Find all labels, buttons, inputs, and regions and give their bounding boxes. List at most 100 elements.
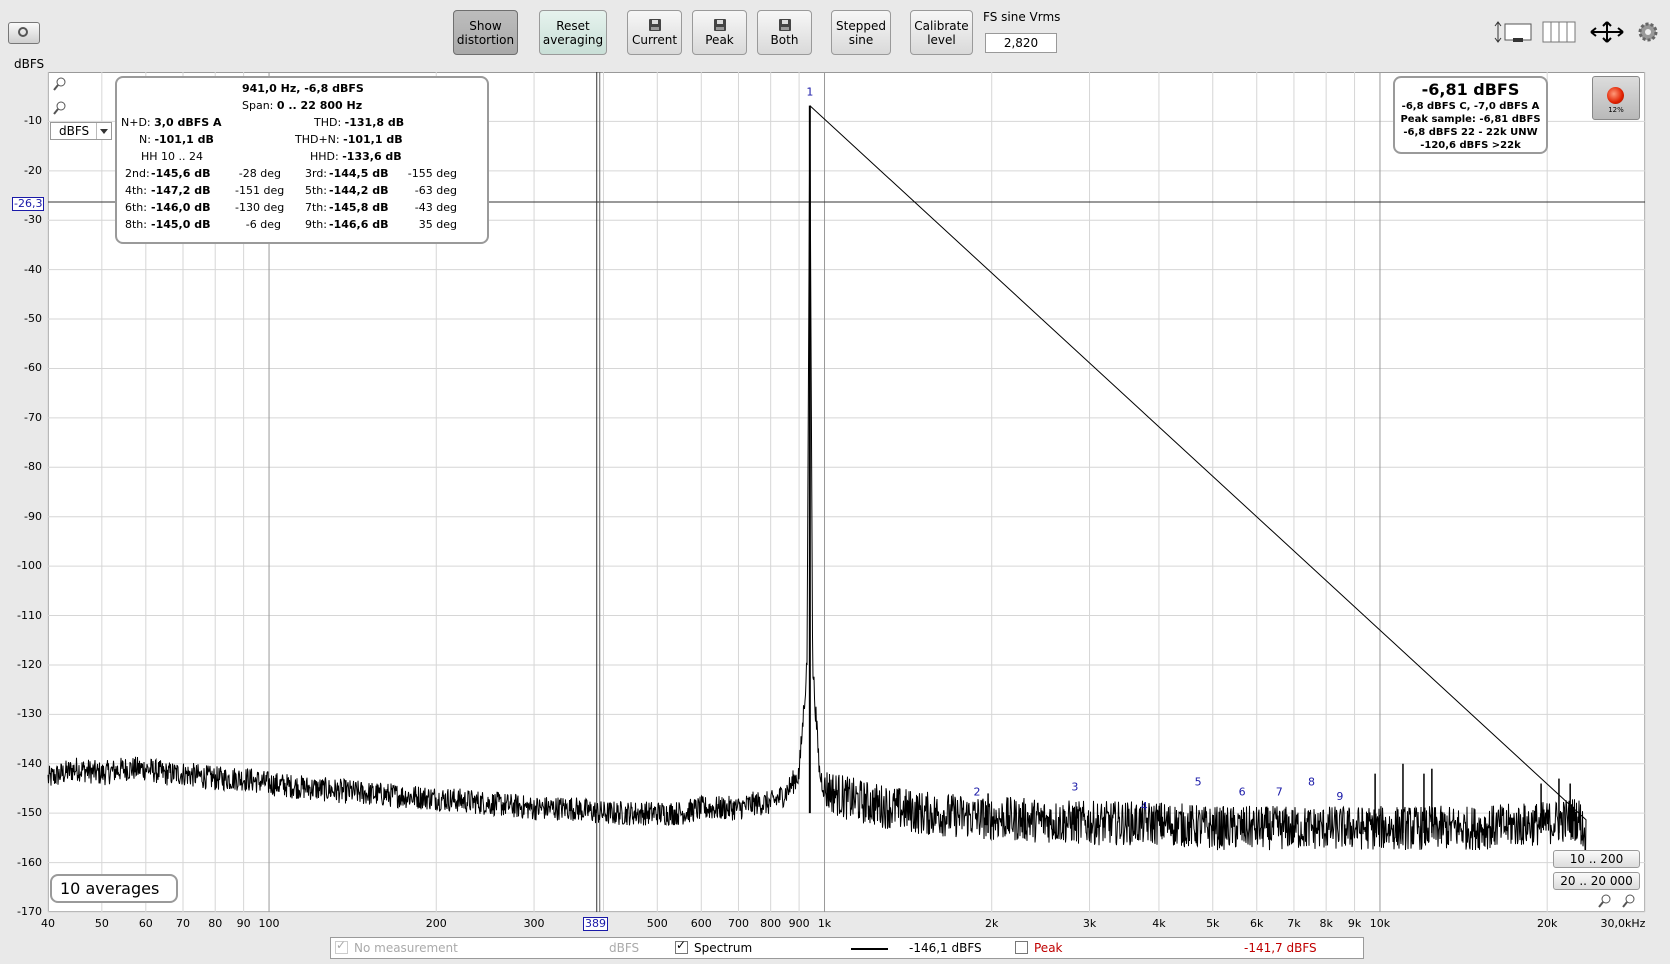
x-tick-label: 800 [760, 917, 782, 930]
harmonic-l2-3: 7th: [305, 201, 327, 214]
harmonic-v2-3: -145,8 dB [329, 201, 389, 214]
harmonic-p1-4: -6 deg [245, 218, 281, 231]
hh-label: HH 10 .. 24 [141, 150, 204, 163]
unit-select[interactable]: dBFS [50, 122, 112, 140]
y-tick-label: -40 [24, 262, 42, 276]
y-tick-label: -160 [17, 855, 42, 869]
harmonic-p2-4: 35 deg [418, 218, 457, 231]
x-tick-label: 500 [646, 917, 668, 930]
x-tick-label: 2k [985, 917, 999, 930]
harmonic-p1-2: -151 deg [235, 184, 285, 197]
harmonic-p1-3: -130 deg [235, 201, 285, 214]
x-zoom-out-icon[interactable] [1622, 893, 1636, 909]
legend-spectrum[interactable]: Spectrum [675, 938, 752, 955]
harmonic-marker: 8 [1308, 775, 1315, 788]
y-tick-label: -10 [24, 114, 42, 128]
record-percent: 12% [1608, 106, 1624, 114]
harmonic-v1-1: -145,6 dB [151, 167, 211, 180]
x-tick-label: 50 [94, 917, 109, 930]
nd-value: 3,0 dBFS A [154, 116, 222, 129]
no-measurement-label: No measurement [354, 941, 458, 955]
x-tick-label: 10k [1369, 917, 1391, 930]
record-button[interactable]: 12% [1592, 76, 1640, 120]
x-tick-label: 3k [1082, 917, 1097, 930]
harmonic-p2-1: -155 deg [407, 167, 457, 180]
y-tick-label: -80 [24, 460, 42, 474]
n-label: N: [139, 133, 151, 146]
checkbox-icon [1015, 941, 1028, 954]
y-tick-label: -20 [24, 163, 42, 177]
harmonic-marker: 7 [1276, 785, 1283, 798]
cursor-y-readout[interactable]: -26,3 [12, 197, 45, 211]
y-tick-label: -60 [24, 361, 42, 375]
range-20-20000-button[interactable]: 20 .. 20 000 [1553, 872, 1640, 890]
x-tick-label: 900 [788, 917, 810, 930]
harmonic-v1-3: -146,0 dB [151, 201, 211, 214]
x-tick-label: 100 [258, 917, 280, 930]
x-tick-label: 20k [1536, 917, 1558, 930]
record-led-icon [1607, 87, 1624, 104]
harmonic-v2-4: -146,6 dB [329, 218, 389, 231]
checkbox-icon [675, 938, 688, 954]
harmonic-p2-3: -43 deg [414, 201, 457, 214]
distortion-info-panel: 941,0 Hz, -6,8 dBFS Span: 0 .. 22 800 Hz… [115, 76, 489, 244]
zoom-in-icon[interactable] [53, 76, 67, 92]
legend-no-measurement[interactable]: No measurement [335, 938, 458, 955]
harmonic-p1-1: -28 deg [238, 167, 281, 180]
spectrum-value: -146,1 dBFS [909, 941, 982, 955]
y-tick-label: -120 [17, 657, 42, 671]
harmonic-marker: 3 [1071, 780, 1078, 793]
harmonic-l2-1: 3rd: [305, 167, 328, 180]
peak-value: -141,7 dBFS [1244, 941, 1317, 955]
x-tick-label: 90 [236, 917, 251, 930]
harmonic-l1-1: 2nd: [125, 167, 150, 180]
x-tick-label: 8k [1319, 917, 1333, 930]
x-tick-label: 5k [1206, 917, 1220, 930]
range-10-200-button[interactable]: 10 .. 200 [1553, 850, 1640, 868]
span-label: Span: [242, 99, 274, 112]
n-value: -101,1 dB [154, 133, 214, 146]
y-tick-label: -30 [24, 213, 42, 227]
y-tick-label: -170 [17, 905, 42, 918]
harmonic-marker: 2 [974, 785, 981, 798]
level-main-value: -6,81 dBFS [1421, 80, 1520, 99]
thdn-value: -101,1 dB [343, 133, 403, 146]
harmonic-l1-3: 6th: [125, 201, 147, 214]
x-tick-label: 200 [425, 917, 447, 930]
peak-label: Peak [1034, 941, 1063, 955]
harmonic-v2-1: -144,5 dB [329, 167, 389, 180]
x-tick-label: 1k [817, 917, 832, 930]
unit-select-value: dBFS [59, 124, 90, 138]
x-tick-label: 6k [1250, 917, 1264, 930]
averages-badge: 10 averages [50, 874, 178, 903]
harmonic-l1-2: 4th: [125, 184, 147, 197]
x-tick-label: 600 [690, 917, 712, 930]
x-tick-label: 700 [727, 917, 749, 930]
thd-label: THD: [314, 116, 342, 129]
y-tick-label: -110 [17, 608, 42, 622]
level-above-22k: -120,6 dBFS >22k [1420, 140, 1521, 151]
harmonic-p2-2: -63 deg [414, 184, 457, 197]
harmonic-l2-2: 5th: [305, 184, 327, 197]
cursor-x-readout[interactable]: 389 [583, 917, 608, 931]
checkbox-icon [335, 938, 348, 954]
thdn-label: THD+N: [295, 133, 340, 146]
x-tick-label: 9k [1347, 917, 1362, 930]
harmonic-l1-4: 8th: [125, 218, 147, 231]
span-value: 0 .. 22 800 Hz [276, 99, 363, 112]
y-tick-label: -140 [17, 756, 42, 770]
harmonic-marker: 4 [1141, 800, 1148, 813]
x-tick-label: 60 [138, 917, 153, 930]
zoom-out-icon[interactable] [53, 100, 67, 116]
x-zoom-in-icon[interactable] [1598, 893, 1612, 909]
harmonic-marker: 5 [1195, 775, 1202, 788]
nd-label: N+D: [121, 116, 151, 129]
harmonic-v2-2: -144,2 dB [329, 184, 389, 197]
y-tick-label: -70 [24, 410, 42, 424]
hhd-label: HHD: [310, 150, 339, 163]
spectrum-line-swatch [851, 948, 888, 950]
legend-peak[interactable]: Peak [1015, 941, 1063, 955]
y-tick-label: -150 [17, 806, 42, 820]
thd-value: -131,8 dB [344, 116, 405, 129]
fundamental-marker: 1 [806, 86, 813, 99]
